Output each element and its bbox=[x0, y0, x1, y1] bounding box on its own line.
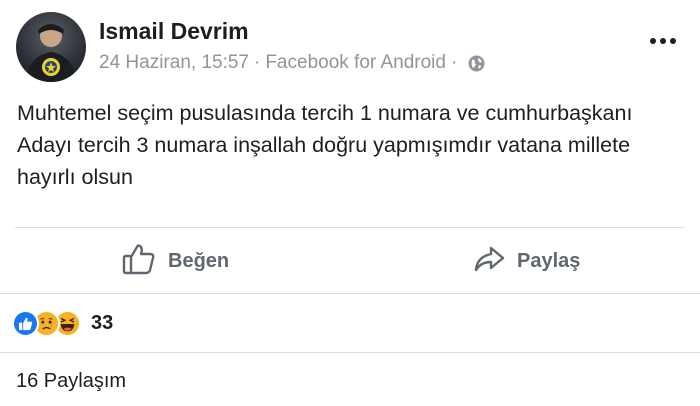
divider bbox=[0, 352, 700, 353]
like-reaction-icon bbox=[12, 309, 39, 337]
post-source: Facebook for Android bbox=[265, 52, 446, 73]
meta-separator: · bbox=[254, 52, 261, 73]
more-dot-icon bbox=[650, 38, 656, 44]
thumbs-up-icon bbox=[122, 243, 156, 280]
divider bbox=[15, 227, 685, 228]
share-count[interactable]: 16 Paylaşım bbox=[16, 370, 126, 393]
post-meta: 24 Haziran, 15:57 · Facebook for Android… bbox=[99, 52, 485, 74]
meta-separator-2: · bbox=[450, 52, 458, 73]
globe-icon bbox=[468, 55, 485, 72]
post-header: Ismail Devrim 24 Haziran, 15:57 · Facebo… bbox=[0, 0, 700, 90]
share-button[interactable]: Paylaş bbox=[473, 230, 580, 292]
post-text: Muhtemel seçim pusulasında tercih 1 numa… bbox=[17, 101, 633, 189]
share-label: Paylaş bbox=[517, 249, 581, 272]
more-options-button[interactable] bbox=[648, 30, 678, 52]
like-button[interactable]: Beğen bbox=[122, 230, 229, 292]
reactions-summary[interactable]: 33 bbox=[12, 306, 113, 340]
reaction-count: 33 bbox=[91, 311, 114, 334]
author-name[interactable]: Ismail Devrim bbox=[99, 18, 249, 45]
action-bar: Beğen Paylaş bbox=[0, 230, 700, 292]
share-arrow-icon bbox=[473, 245, 505, 278]
like-label: Beğen bbox=[168, 249, 230, 272]
more-dot-icon bbox=[670, 38, 676, 44]
divider bbox=[0, 293, 700, 294]
more-dot-icon bbox=[660, 38, 666, 44]
post-date[interactable]: 24 Haziran, 15:57 bbox=[99, 52, 249, 74]
avatar[interactable] bbox=[16, 12, 86, 82]
